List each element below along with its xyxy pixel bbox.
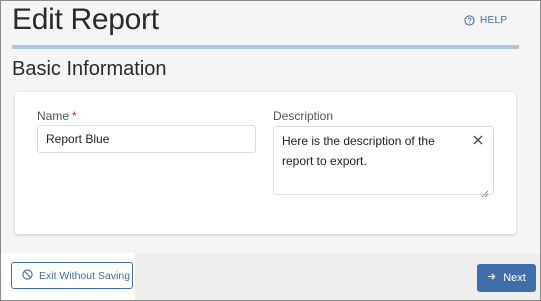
name-field-label: Name * [37,109,77,123]
section-title: Basic Information [12,58,167,80]
name-input[interactable] [37,125,256,153]
help-circle-icon [464,15,475,26]
window-frame: Edit Report HELP Basic Information Name *… [0,0,541,301]
help-button[interactable]: HELP [464,15,507,26]
resize-handle-icon[interactable] [481,185,489,198]
description-textarea[interactable]: Here is the description of the report to… [273,126,494,198]
basic-info-card: Name* Description Here is the descriptio… [15,92,516,234]
cancel-circle-icon [22,268,33,283]
description-text[interactable]: Here is the description of the report to… [282,131,468,171]
exit-without-saving-button[interactable]: Exit Without Saving [11,262,133,289]
exit-button-label: Exit Without Saving [39,269,131,282]
arrow-right-icon [487,272,496,284]
description-field-label: Description [273,109,334,123]
page-title: Edit Report [12,3,159,36]
next-button[interactable]: Next [477,264,536,292]
required-indicator: * [72,109,77,123]
next-button-label: Next [503,272,526,284]
title-divider [12,45,519,49]
close-icon[interactable] [471,133,485,147]
name-label-text: Name [37,109,70,123]
help-label: HELP [480,15,508,26]
